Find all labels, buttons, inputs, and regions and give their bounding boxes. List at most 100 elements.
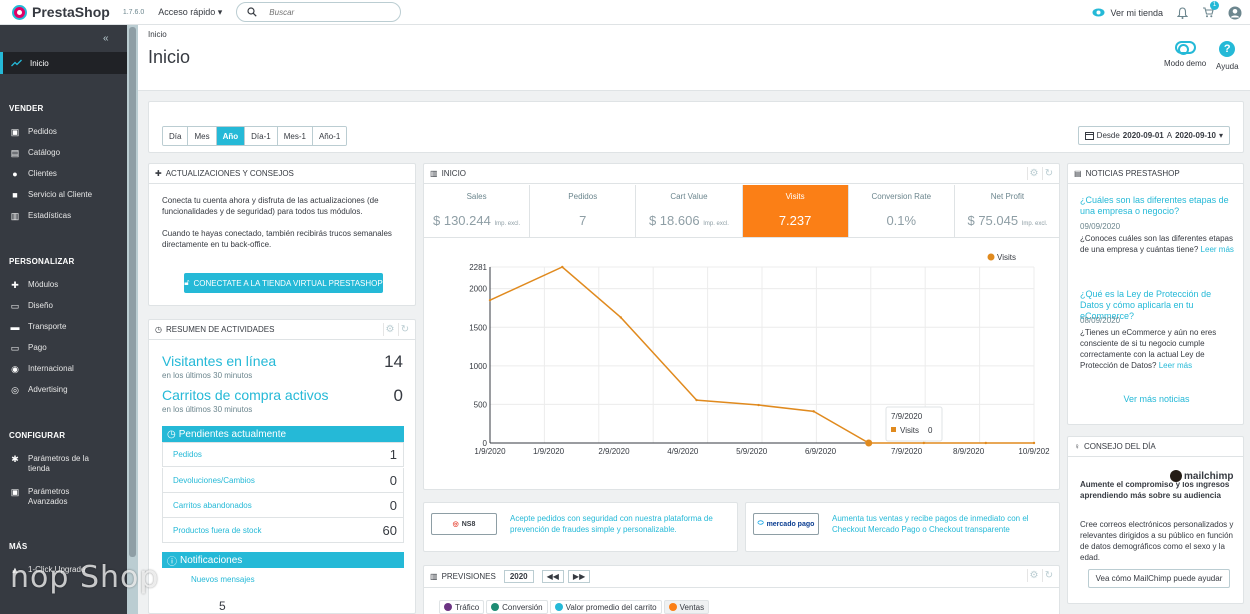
pending-row[interactable]: Carritos abandonados 0 — [162, 493, 404, 518]
period-prev-day-button[interactable]: Día-1 — [245, 127, 278, 145]
kpi-visits[interactable]: Visits 7.237 — [742, 185, 849, 237]
kpi-orders[interactable]: Pedidos 7 — [530, 185, 637, 237]
previous-year-button[interactable]: ◀◀ — [541, 570, 564, 583]
sidebar-item-advertising[interactable]: ◎ Advertising — [10, 385, 120, 395]
y-tick-label: 2000 — [469, 285, 487, 294]
configure-icon[interactable]: ⚙ — [1027, 569, 1040, 582]
news-item-date: 09/09/2020 — [1080, 222, 1121, 231]
more-news-link[interactable]: Ver más noticias — [1068, 394, 1245, 404]
news-item-title[interactable]: ¿Cuáles son las diferentes etapas de una… — [1080, 195, 1235, 217]
active-carts-label[interactable]: Carritos de compra activos — [162, 387, 329, 403]
sidebar-item-pedidos[interactable]: ▣ Pedidos — [10, 127, 120, 137]
sidebar-item-pago[interactable]: ▭ Pago — [10, 343, 120, 353]
tooltip-date: 7/9/2020 — [891, 412, 923, 421]
visitors-online-label[interactable]: Visitantes en línea — [162, 353, 276, 369]
bar-chart-icon: ▥ — [430, 169, 438, 178]
date-range-picker[interactable]: Desde 2020-09-01 A 2020-09-10 ▾ — [1077, 126, 1230, 145]
period-month-button[interactable]: Mes — [188, 127, 217, 145]
mercadopago-logo[interactable]: ⬭ mercado pago — [753, 513, 819, 535]
tab-valor-carrito[interactable]: Valor promedio del carrito — [549, 600, 662, 614]
sidebar-item-clientes[interactable]: ● Clientes — [10, 169, 120, 179]
period-year-button[interactable]: Año — [216, 127, 246, 145]
period-day-button[interactable]: Día — [163, 127, 189, 145]
pending-row[interactable]: Productos fuera de stock 60 — [162, 518, 404, 543]
sidebar-item-modulos[interactable]: ✚ Módulos — [10, 280, 120, 290]
sidebar-item-catalogo[interactable]: ▤ Catálogo — [10, 148, 120, 158]
page-header: Inicio Inicio Modo demo ? Ayuda — [138, 25, 1250, 91]
configure-icon[interactable]: ⚙ — [1027, 167, 1040, 180]
brand-logo[interactable]: PrestaShop 1.7.6.0 — [12, 4, 144, 20]
ns8-icon: ◎ — [452, 521, 459, 528]
help-button[interactable]: ? Ayuda — [1216, 41, 1239, 71]
next-year-button[interactable]: ▶▶ — [567, 570, 591, 583]
tab-ventas[interactable]: Ventas — [663, 600, 710, 614]
top-bar: PrestaShop 1.7.6.0 Acceso rápido ▾ Ver m… — [0, 0, 1250, 25]
lightbulb-icon: ♀ — [1074, 442, 1080, 451]
data-point — [695, 398, 698, 402]
demo-mode-button[interactable]: Modo demo — [1164, 41, 1206, 68]
updates-text-1: Conecta tu cuenta ahora y disfruta de la… — [162, 196, 379, 216]
brand-name: PrestaShop — [32, 4, 110, 20]
read-more-link[interactable]: Leer más — [1159, 361, 1192, 370]
new-messages-value: 5 — [219, 599, 226, 613]
tooltip-series: Visits — [900, 426, 919, 435]
refresh-icon[interactable]: ↻ — [1042, 167, 1055, 180]
chat-icon: ■ — [12, 190, 18, 200]
connect-store-button[interactable]: 🔓︎ CONECTATE A LA TIENDA VIRTUAL PRESTAS… — [184, 273, 383, 293]
tab-trafico[interactable]: Tráfico — [439, 600, 485, 614]
pending-row[interactable]: Devoluciones/Cambios 0 — [162, 468, 404, 493]
eye-icon — [1092, 8, 1105, 17]
search-input[interactable] — [269, 7, 390, 17]
visits-line-chart[interactable]: 0 500 1000 1500 2000 2281 1/9/2020 1/9/2020 2/9/… — [424, 240, 1059, 490]
collapse-sidebar-icon[interactable]: « — [103, 33, 109, 44]
sidebar-item-upgrade[interactable]: ▲ 1-Click Upgrade — [10, 565, 120, 575]
sidebar-item-parametros-tienda[interactable]: ✱ Parámetros de la tienda — [10, 454, 100, 474]
view-store-link[interactable]: Ver mi tienda — [1092, 8, 1163, 18]
activity-card: ◷ RESUMEN DE ACTIVIDADES ⚙ ↻ Visitantes e… — [148, 319, 416, 614]
configure-icon[interactable]: ⚙ — [383, 323, 396, 336]
orders-notification[interactable]: 1 — [1202, 0, 1219, 20]
data-point — [757, 403, 760, 407]
search-box[interactable] — [236, 2, 402, 22]
sidebar-scrollbar[interactable] — [127, 25, 138, 614]
period-prev-month-button[interactable]: Mes-1 — [277, 127, 313, 145]
sidebar-item-servicio[interactable]: ■ Servicio al Cliente — [10, 190, 120, 200]
pending-row[interactable]: Pedidos 1 — [162, 442, 404, 467]
x-tick-label: 5/9/2020 — [736, 447, 768, 456]
sidebar-item-label: Inicio — [30, 58, 49, 68]
read-more-link[interactable]: Leer más — [1201, 245, 1234, 254]
notifications-header: ⓘ Notificaciones — [162, 552, 404, 568]
partner-ns8-card: ◎ NS8 Acepte pedidos con seguridad con nu… — [423, 502, 738, 552]
breadcrumb[interactable]: Inicio — [148, 30, 167, 39]
kpi-net-profit[interactable]: Net Profit $ 75.045 Imp. excl. — [955, 185, 1060, 237]
data-point — [922, 441, 926, 445]
mailchimp-help-button[interactable]: Vea cómo MailChimp puede ayudar — [1088, 569, 1230, 588]
kpi-conversion-rate[interactable]: Conversion Rate 0.1% — [849, 185, 955, 237]
legend-marker — [987, 253, 995, 261]
period-prev-year-button[interactable]: Año-1 — [312, 127, 347, 145]
sidebar-item-inicio[interactable]: Inicio — [0, 52, 127, 74]
tab-conversion[interactable]: Conversión — [486, 600, 548, 614]
sidebar-item-internacional[interactable]: ◉ Internacional — [10, 364, 120, 374]
user-avatar-icon[interactable] — [1228, 6, 1242, 20]
partner-ns8-text[interactable]: Acepte pedidos con seguridad con nuestra… — [510, 513, 730, 535]
kpi-sales[interactable]: Sales $ 130.244 Imp. excl. — [424, 185, 531, 237]
refresh-icon[interactable]: ↻ — [1042, 569, 1055, 582]
sidebar-item-estadisticas[interactable]: ▥ Estadísticas — [10, 211, 120, 221]
partner-mercadopago-text[interactable]: Aumenta tus ventas y recibe pagos de inm… — [832, 513, 1052, 535]
sidebar-item-parametros-avanzados[interactable]: ▣ Parámetros Avanzados — [10, 487, 100, 507]
sidebar-item-diseno[interactable]: ▭ Diseño — [10, 301, 120, 311]
ns8-logo[interactable]: ◎ NS8 — [431, 513, 497, 535]
new-messages-link[interactable]: Nuevos mensajes — [191, 575, 255, 584]
desktop-icon: ▭ — [10, 301, 20, 311]
search-icon — [247, 7, 257, 17]
visitors-online-value: 14 — [384, 352, 403, 371]
bell-icon[interactable] — [1177, 6, 1188, 19]
date-to: 2020-09-10 — [1175, 131, 1216, 140]
refresh-icon[interactable]: ↻ — [398, 323, 411, 336]
y-tick-label: 1500 — [469, 323, 487, 332]
tooltip-swatch — [891, 427, 896, 432]
sidebar-item-transporte[interactable]: ▬ Transporte — [10, 322, 120, 332]
quick-access-menu[interactable]: Acceso rápido ▾ — [158, 7, 222, 18]
kpi-cart-value[interactable]: Cart Value $ 18.606 Imp. excl. — [636, 185, 743, 237]
